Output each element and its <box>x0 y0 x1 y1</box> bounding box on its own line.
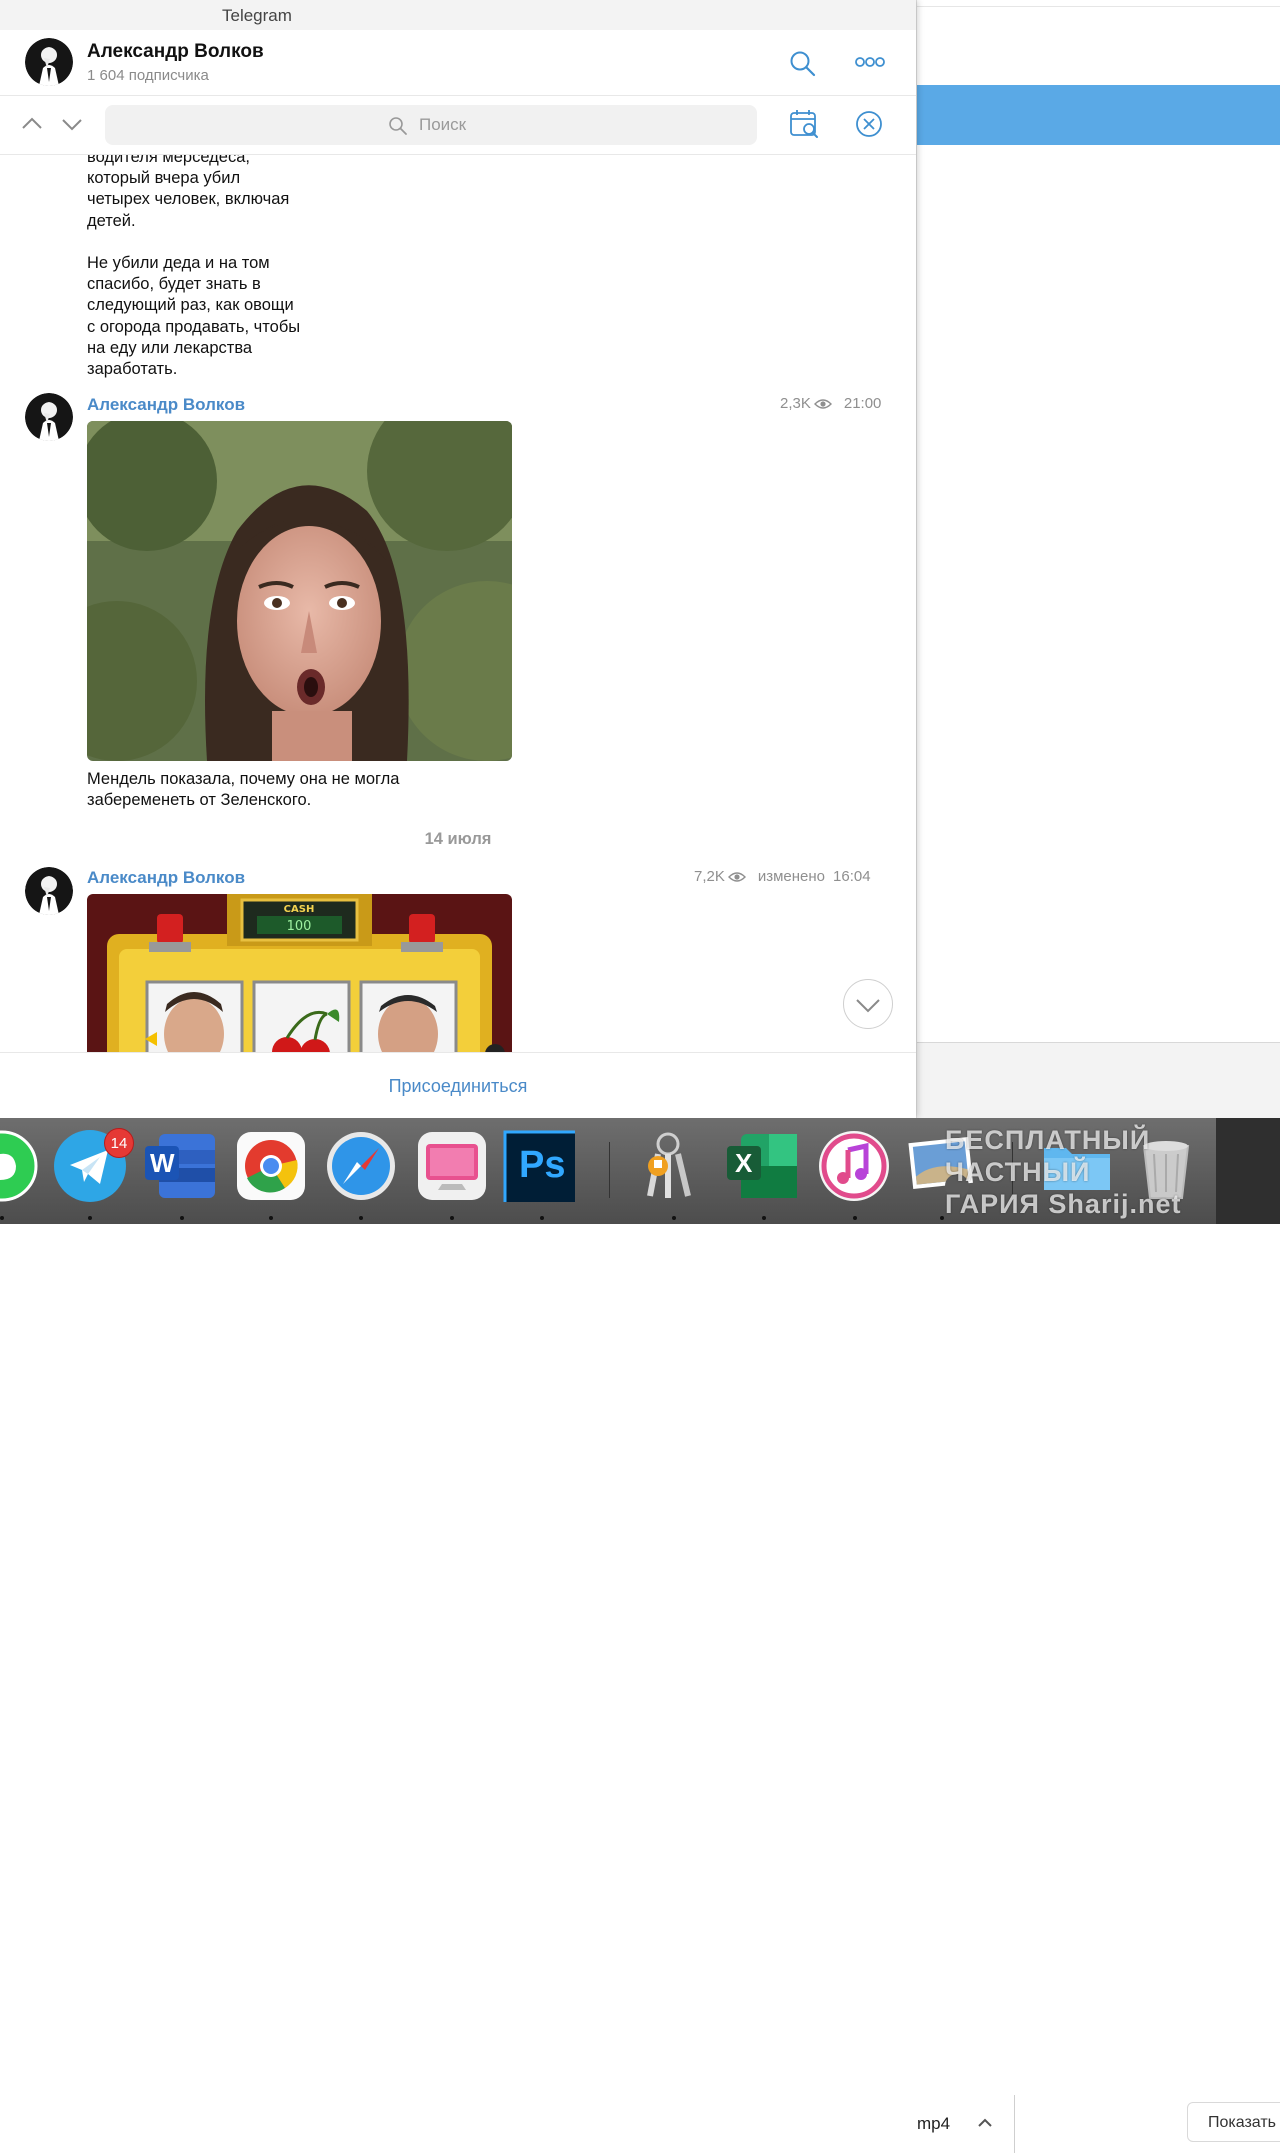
background-window-selected-row[interactable] <box>917 85 1280 145</box>
sender-avatar[interactable] <box>25 393 73 441</box>
show-all-button[interactable]: Показать <box>1187 2102 1280 2142</box>
watermark: БЕСПЛАТНЫЙ ЧАСТНЫЙ ГАРИЯ Sharij.net <box>945 1124 1265 1220</box>
message-sender[interactable]: Александр Волков <box>87 395 245 415</box>
running-indicator <box>180 1216 184 1220</box>
excel-icon-letter: X <box>735 1148 753 1178</box>
slot-counter: 100 <box>287 919 312 934</box>
message-photo[interactable]: CASH 100 <box>87 894 512 1052</box>
message-photo[interactable] <box>87 421 512 761</box>
running-indicator <box>672 1216 676 1220</box>
avatar-image <box>25 393 73 441</box>
photo-woman-in-forest <box>87 421 512 761</box>
running-indicator <box>269 1216 273 1220</box>
word-icon-letter: W <box>150 1148 175 1178</box>
search-placeholder: Поиск <box>419 115 467 134</box>
eye-icon <box>813 398 832 409</box>
search-input[interactable]: Поиск <box>105 105 757 145</box>
running-indicator <box>540 1216 544 1220</box>
message-time: 21:00 <box>843 395 882 412</box>
chevron-down-icon <box>856 999 880 1013</box>
subscriber-count: 1 604 подписчика <box>87 67 209 84</box>
chrome-icon[interactable] <box>235 1130 307 1202</box>
calendar-search-icon[interactable] <box>788 108 820 140</box>
message-sender[interactable]: Александр Волков <box>87 868 245 888</box>
search-bar: Поиск <box>0 96 916 155</box>
message-text: водителя мерседеса, который вчера убил ч… <box>87 155 301 379</box>
message-time: 16:04 <box>833 868 871 885</box>
cleanmymac-icon[interactable] <box>416 1130 488 1202</box>
window-title: Telegram <box>222 6 292 25</box>
running-indicator <box>88 1216 92 1220</box>
download-file-label[interactable]: mp4 <box>917 2114 950 2134</box>
channel-avatar[interactable] <box>25 38 73 86</box>
avatar-image <box>25 38 73 86</box>
date-divider: 14 июля <box>424 830 492 848</box>
photoshop-icon-letters: Ps <box>519 1144 566 1186</box>
dock: 14 W Ps X БЕСПЛАТНЫЙ ЧАСТНЫЙ ГАРИЯ Shari… <box>0 1118 1280 1224</box>
background-window: mp4 Показать <box>916 0 1280 2153</box>
photoshop-icon[interactable]: Ps <box>503 1130 583 1210</box>
keychain-icon[interactable] <box>632 1130 704 1202</box>
edited-label: изменено <box>757 868 826 885</box>
view-count: 7,2K <box>694 868 725 885</box>
watermark-line-2: ГАРИЯ Sharij.net <box>945 1189 1182 1219</box>
running-indicator <box>762 1216 766 1220</box>
message-caption: Мендель показала, почему она не могла за… <box>87 770 400 810</box>
download-bar-divider <box>1014 2095 1015 2153</box>
excel-icon[interactable]: X <box>727 1130 799 1202</box>
search-icon[interactable] <box>788 49 816 77</box>
running-indicator <box>450 1216 454 1220</box>
close-icon[interactable] <box>855 110 883 138</box>
sender-avatar[interactable] <box>25 867 73 915</box>
chevron-down-icon[interactable] <box>60 114 84 134</box>
whatsapp-icon[interactable] <box>0 1130 38 1202</box>
chevron-up-icon[interactable] <box>975 2113 995 2133</box>
chat-header: Александр Волков 1 604 подписчика <box>0 30 916 96</box>
join-bar: Присоединиться <box>0 1052 916 1118</box>
running-indicator <box>940 1216 944 1220</box>
eye-icon <box>727 871 746 882</box>
unread-badge: 14 <box>104 1128 134 1158</box>
message-list[interactable]: водителя мерседеса, который вчера убил ч… <box>0 155 916 1052</box>
message-meta: 7,2K изменено 16:04 <box>694 868 871 885</box>
avatar-image <box>25 867 73 915</box>
scroll-to-bottom-button[interactable] <box>843 979 893 1029</box>
search-icon <box>389 117 407 135</box>
window-titlebar[interactable]: Telegram <box>0 0 916 30</box>
running-indicator <box>853 1216 857 1220</box>
slot-cash-sign: CASH <box>284 904 315 915</box>
message-meta: 2,3K 21:00 <box>780 395 881 412</box>
running-indicator <box>0 1216 4 1220</box>
photo-slot-machine: CASH 100 <box>87 894 512 1052</box>
background-window-top-line <box>917 6 1280 7</box>
watermark-line-1: БЕСПЛАТНЫЙ ЧАСТНЫЙ <box>945 1125 1151 1187</box>
running-indicator <box>359 1216 363 1220</box>
dock-separator <box>609 1142 610 1198</box>
safari-icon[interactable] <box>325 1130 397 1202</box>
chevron-up-icon[interactable] <box>20 114 44 134</box>
channel-name[interactable]: Александр Волков <box>87 41 264 63</box>
more-options-icon[interactable] <box>854 54 886 70</box>
word-icon[interactable]: W <box>145 1130 217 1202</box>
itunes-icon[interactable] <box>818 1130 890 1202</box>
download-bar: mp4 Показать <box>917 1042 1280 2153</box>
telegram-window: Telegram Александр Волков 1 604 подписчи… <box>0 0 916 1118</box>
join-button[interactable]: Присоединиться <box>0 1076 916 1097</box>
view-count: 2,3K <box>780 395 811 412</box>
